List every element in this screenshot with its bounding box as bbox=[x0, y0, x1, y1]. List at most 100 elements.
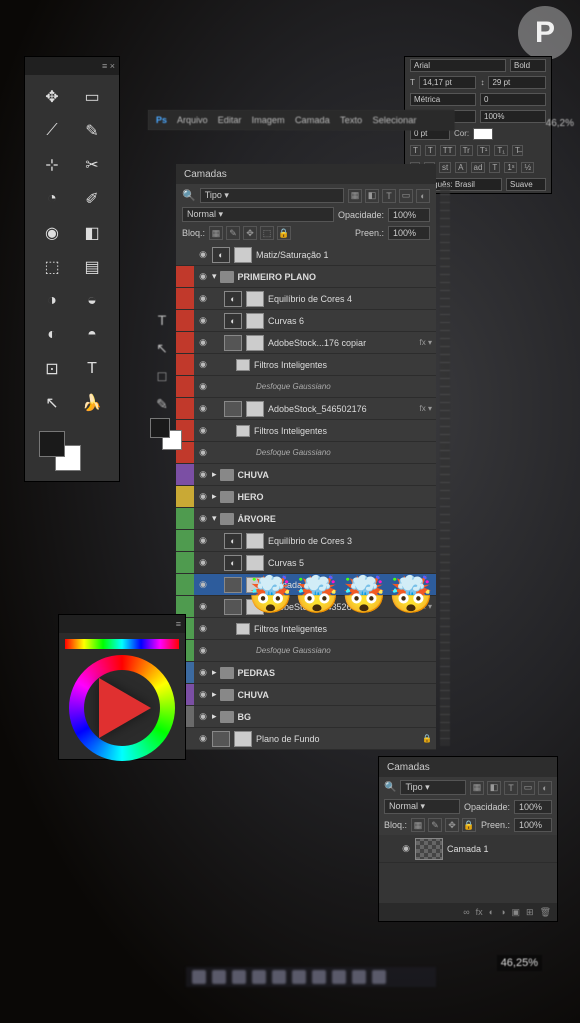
font-style-select[interactable] bbox=[510, 59, 546, 72]
layer-row[interactable]: ◉Filtros Inteligentes bbox=[176, 354, 436, 376]
visibility-icon[interactable]: ◉ bbox=[194, 359, 212, 370]
mini-swatches[interactable] bbox=[150, 418, 186, 454]
side-tool[interactable]: ↖ bbox=[152, 340, 172, 360]
search-icon[interactable]: 🔍 bbox=[384, 782, 396, 793]
color-triangle[interactable] bbox=[99, 678, 151, 738]
disclosure-icon[interactable]: ▾ bbox=[212, 271, 217, 282]
layer-row[interactable]: ◉◐Curvas 6 bbox=[176, 310, 436, 332]
layer-name[interactable]: Camada 1 bbox=[447, 844, 557, 854]
mini-fill-input[interactable]: 100% bbox=[514, 818, 552, 832]
layer-row[interactable]: ◉ Filtros Inteligentes bbox=[176, 618, 436, 640]
tool-button-0[interactable]: ✥ bbox=[35, 83, 69, 111]
layer-name[interactable]: PEDRAS bbox=[238, 668, 436, 678]
mini-layer-row[interactable]: ◉ Camada 1 bbox=[379, 835, 557, 863]
tool-button-18[interactable]: ↖ bbox=[35, 389, 69, 417]
antialias-select[interactable] bbox=[506, 178, 546, 191]
tool-button-9[interactable]: ◧ bbox=[75, 219, 109, 247]
tool-button-19[interactable]: 🍌 bbox=[75, 389, 109, 417]
visibility-icon[interactable]: ◉ bbox=[194, 689, 212, 700]
layer-name[interactable]: Desfoque Gaussiano bbox=[248, 646, 436, 655]
menu-item[interactable]: Texto bbox=[340, 115, 362, 125]
tool-button-3[interactable]: ✎ bbox=[75, 117, 109, 145]
visibility-icon[interactable]: ◉ bbox=[194, 667, 212, 678]
toolbox-header[interactable]: ≡ × bbox=[25, 57, 119, 75]
mini-blend-select[interactable]: Normal ▾ bbox=[384, 799, 460, 814]
tool-button-7[interactable]: ✐ bbox=[75, 185, 109, 213]
tool-button-15[interactable]: ◓ bbox=[75, 321, 109, 349]
layer-row[interactable]: ◉◐Equilíbrio de Cores 4 bbox=[176, 288, 436, 310]
mini-layers-tab[interactable]: Camadas bbox=[379, 757, 557, 777]
visibility-icon[interactable]: ◉ bbox=[194, 491, 212, 502]
tool-button-2[interactable]: ⟋ bbox=[35, 117, 69, 145]
visibility-icon[interactable]: ◉ bbox=[194, 623, 212, 634]
tool-button-17[interactable]: T bbox=[75, 355, 109, 383]
layer-name[interactable]: Curvas 5 bbox=[268, 558, 436, 568]
visibility-icon[interactable]: ◉ bbox=[194, 425, 212, 436]
layer-name[interactable]: Filtros Inteligentes bbox=[254, 624, 436, 634]
mini-filter-icons[interactable]: ▦◧T▭◐ bbox=[470, 781, 552, 795]
menu-item[interactable]: Arquivo bbox=[177, 115, 208, 125]
text-style-buttons[interactable]: TTTTTrT¹T₁T̶ bbox=[405, 142, 551, 159]
tool-button-8[interactable]: ◉ bbox=[35, 219, 69, 247]
visibility-icon[interactable]: ◉ bbox=[194, 447, 212, 458]
link-icon[interactable]: ∞ bbox=[463, 907, 469, 917]
tool-button-1[interactable]: ▭ bbox=[75, 83, 109, 111]
fx-icon[interactable]: fx bbox=[476, 907, 483, 917]
layer-row[interactable]: ◉Desfoque Gaussiano bbox=[176, 640, 436, 662]
layer-row[interactable]: ◉▸PEDRAS bbox=[176, 662, 436, 684]
mini-filter-type[interactable]: Tipo ▾ bbox=[400, 780, 466, 795]
mini-layers-footer[interactable]: ∞ fx ◐ ◑ ▣ ⊞ 🗑 bbox=[379, 903, 557, 921]
layer-row[interactable]: ◉ Filtros Inteligentes bbox=[176, 420, 436, 442]
layer-row[interactable]: ◉▸ CHUVA bbox=[176, 684, 436, 706]
layer-row[interactable]: ◉Plano de Fundo🔒 bbox=[176, 728, 436, 750]
color-swatches[interactable] bbox=[25, 425, 119, 473]
layer-row[interactable]: ◉▸CHUVA bbox=[176, 464, 436, 486]
mini-fg-swatch[interactable] bbox=[150, 418, 170, 438]
layer-name[interactable]: CHUVA bbox=[238, 690, 436, 700]
disclosure-icon[interactable]: ▾ bbox=[212, 513, 217, 524]
layer-name[interactable]: HERO bbox=[238, 492, 436, 502]
leading-input[interactable] bbox=[488, 76, 546, 89]
trash-icon[interactable]: 🗑 bbox=[540, 907, 551, 918]
layer-row[interactable]: ◉▾PRIMEIRO PLANO bbox=[176, 266, 436, 288]
layer-name[interactable]: Filtros Inteligentes bbox=[254, 426, 436, 436]
layer-row[interactable]: ◉▸HERO bbox=[176, 486, 436, 508]
menu-item[interactable]: Camada bbox=[295, 115, 330, 125]
tool-button-11[interactable]: ▤ bbox=[75, 253, 109, 281]
kerning-select[interactable] bbox=[410, 93, 476, 106]
color-wheel[interactable] bbox=[69, 655, 175, 761]
layer-name[interactable]: Curvas 6 bbox=[268, 316, 436, 326]
layer-filter-type[interactable]: Tipo ▾ bbox=[200, 188, 344, 203]
visibility-icon[interactable]: ◉ bbox=[194, 579, 212, 590]
menu-item[interactable]: Selecionar bbox=[372, 115, 416, 125]
layer-name[interactable]: BG bbox=[238, 712, 436, 722]
mini-lock-buttons[interactable]: ▦✎✥🔒 bbox=[411, 818, 476, 832]
disclosure-icon[interactable]: ▸ bbox=[212, 689, 217, 700]
menu-item[interactable]: Editar bbox=[218, 115, 242, 125]
blend-mode-select[interactable]: Normal ▾ bbox=[182, 207, 334, 222]
visibility-icon[interactable]: ◉ bbox=[194, 293, 212, 304]
layer-row[interactable]: ◉Desfoque Gaussiano bbox=[176, 442, 436, 464]
tool-button-6[interactable]: ◔ bbox=[35, 185, 69, 213]
layer-row[interactable]: ◉AdobeStock_546502176fx ▾ bbox=[176, 398, 436, 420]
group-icon[interactable]: ▣ bbox=[512, 907, 521, 918]
layer-fx-badge[interactable]: fx ▾ bbox=[420, 338, 436, 347]
layer-fx-badge[interactable]: fx ▾ bbox=[420, 404, 436, 413]
tool-button-14[interactable]: ◐ bbox=[35, 321, 69, 349]
layer-name[interactable]: Equilíbrio de Cores 4 bbox=[268, 294, 436, 304]
layer-row[interactable]: ◉◐Matiz/Saturação 1 bbox=[176, 244, 436, 266]
tool-button-5[interactable]: ✂ bbox=[75, 151, 109, 179]
disclosure-icon[interactable]: ▸ bbox=[212, 469, 217, 480]
layer-row[interactable]: ◉◐Equilíbrio de Cores 3 bbox=[176, 530, 436, 552]
visibility-icon[interactable]: ◉ bbox=[194, 733, 212, 744]
text-color-swatch[interactable] bbox=[473, 128, 493, 140]
side-tool[interactable]: T bbox=[152, 312, 172, 332]
layer-row[interactable]: ◉▾ÁRVORE bbox=[176, 508, 436, 530]
adjustment-icon[interactable]: ◑ bbox=[500, 907, 505, 917]
hscale-input[interactable] bbox=[480, 110, 546, 123]
visibility-icon[interactable]: ◉ bbox=[194, 535, 212, 546]
mask-icon[interactable]: ◐ bbox=[489, 907, 494, 917]
fill-input[interactable]: 100% bbox=[388, 226, 430, 240]
tool-button-16[interactable]: ⊡ bbox=[35, 355, 69, 383]
search-icon[interactable]: 🔍 bbox=[182, 189, 196, 202]
